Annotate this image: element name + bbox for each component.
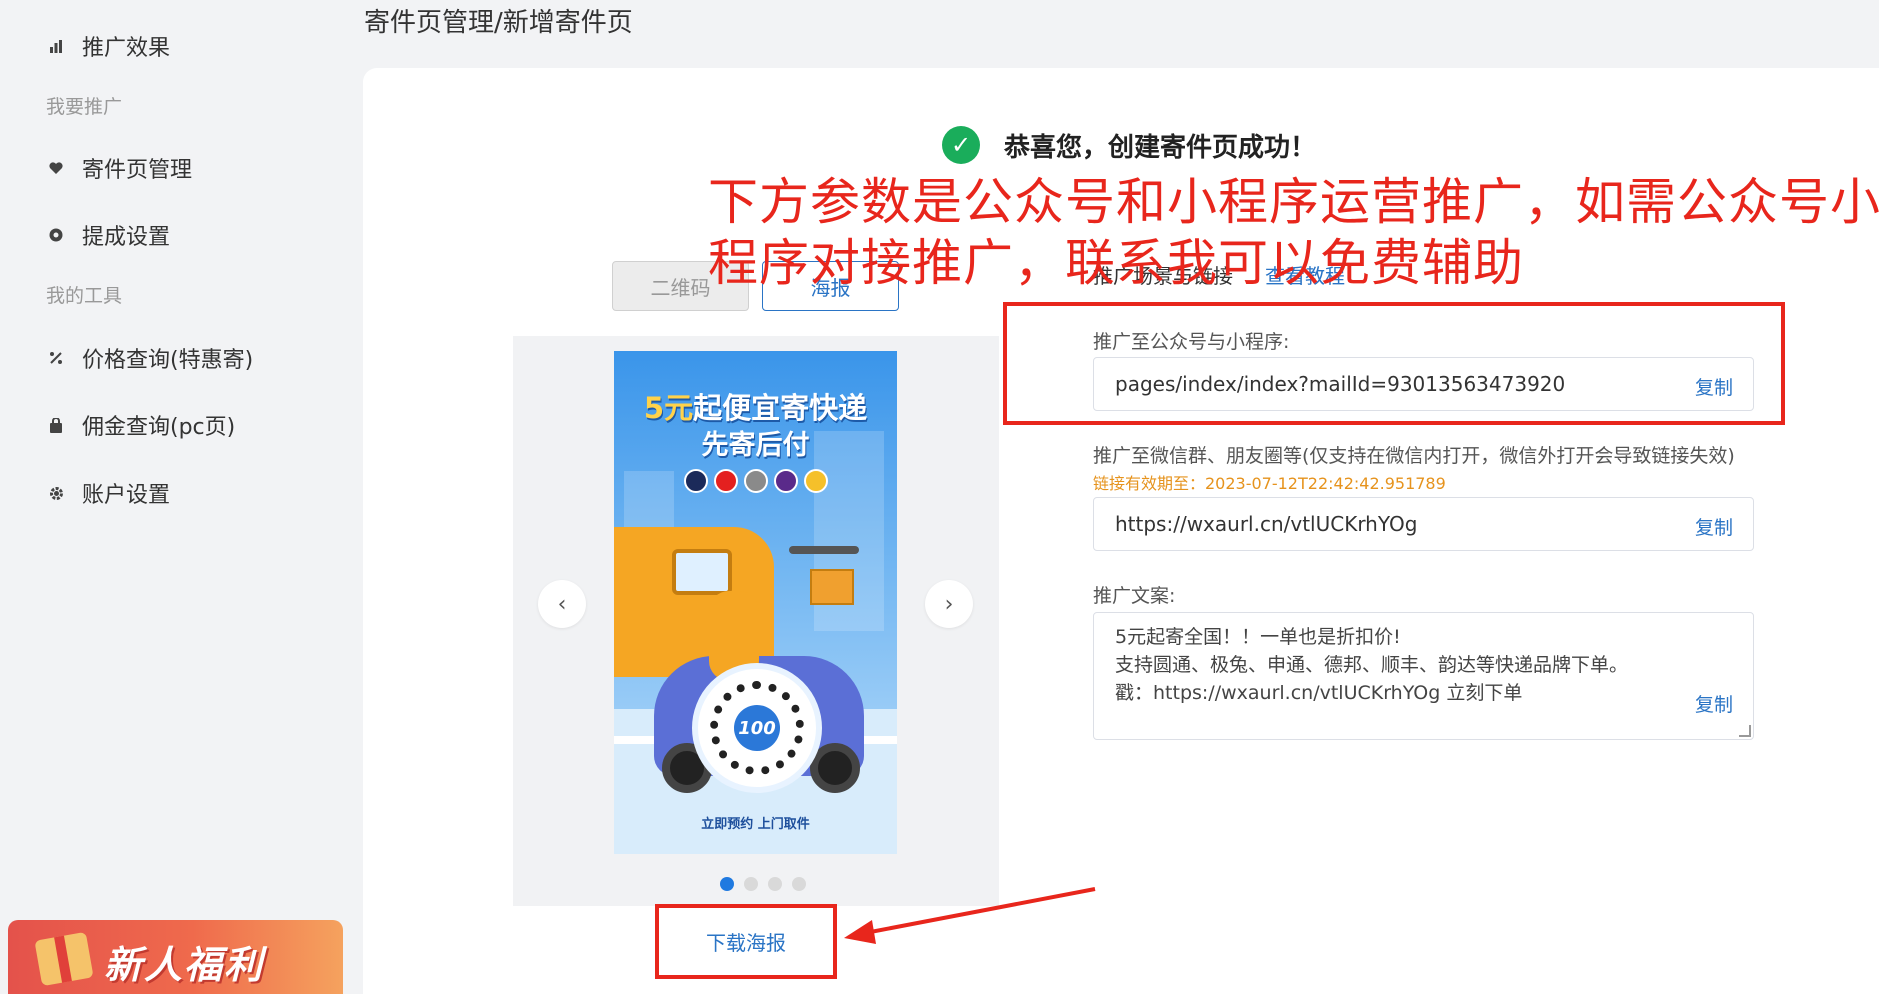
sidebar-group-tools: 我的工具 (46, 285, 123, 307)
percent-icon (48, 350, 64, 366)
lane-mark (864, 736, 897, 744)
carousel-dots (720, 877, 806, 891)
annotation-highlight-box (655, 904, 837, 979)
poster-qr-code: 100 (692, 663, 822, 793)
parcel-box (810, 569, 854, 605)
qr-badge: 100 (734, 705, 780, 751)
sidebar-item-label: 佣金查询(pc页) (82, 415, 236, 440)
copy-copywriting-button[interactable]: 复制 (1695, 690, 1733, 717)
poster-title-highlight: 5元 (643, 391, 694, 425)
courier-logos (684, 469, 828, 493)
poster-carousel: 5元起便宜寄快递 先寄后付 100 立即预约 上门取件 (513, 336, 999, 906)
sidebar-item-commission-settings[interactable]: 提成设置 (48, 219, 170, 251)
carousel-next-button[interactable]: › (925, 580, 973, 628)
copywriting-line: 支持圆通、极兔、申通、德邦、顺丰、韵达等快递品牌下单。 (1115, 654, 1629, 676)
gear-icon (48, 485, 64, 501)
wechat-link-field[interactable]: https://wxaurl.cn/vtlUCKrhYOg 复制 (1093, 497, 1754, 551)
sidebar: 推广效果 我要推广 寄件页管理 提成设置 我的工具 价格查询(特惠寄) 佣金查询… (0, 0, 362, 994)
breadcrumb: 寄件页管理/新增寄件页 (364, 8, 633, 38)
coin-icon (48, 227, 64, 243)
annotation-highlight-box (1003, 302, 1785, 425)
poster-title-rest: 起便宜寄快递 (693, 391, 868, 425)
carousel-dot[interactable] (720, 877, 734, 891)
carousel-dot[interactable] (792, 877, 806, 891)
wechat-label: 推广至微信群、朋友圈等(仅支持在微信内打开，微信外打开会导致链接失效) (1093, 445, 1735, 467)
gift-icon (34, 931, 94, 987)
copywriting-textarea[interactable]: 5元起寄全国！！一单也是折扣价! 支持圆通、极兔、申通、德邦、顺丰、韵达等快递品… (1093, 612, 1754, 740)
sidebar-item-promotion-effect[interactable]: 推广效果 (48, 30, 170, 62)
courier-logo-icon (774, 469, 798, 493)
copywriting-line: 戳：https://wxaurl.cn/vtlUCKrhYOg 立刻下单 (1115, 682, 1523, 704)
sidebar-group-promote: 我要推广 (46, 96, 123, 118)
poster-footer: 立即预约 上门取件 (701, 817, 810, 832)
courier-logo-icon (744, 469, 768, 493)
success-message: 恭喜您，创建寄件页成功！ (1004, 132, 1317, 163)
check-circle-icon: ✓ (942, 126, 980, 164)
promo-label: 新人福利 (104, 943, 265, 987)
poster-image: 5元起便宜寄快递 先寄后付 100 立即预约 上门取件 (614, 351, 897, 854)
bag-icon (48, 417, 64, 433)
sidebar-item-label: 提成设置 (82, 225, 171, 250)
poster-title: 5元起便宜寄快递 (614, 385, 897, 427)
sidebar-item-label: 价格查询(特惠寄) (82, 348, 254, 373)
sidebar-item-page-management[interactable]: 寄件页管理 (48, 152, 192, 184)
copywriting-line: 5元起寄全国！！一单也是折扣价! (1115, 626, 1401, 648)
courier-logo-icon (684, 469, 708, 493)
annotation-arrow (844, 887, 1096, 944)
chevron-left-icon: ‹ (557, 591, 567, 617)
poster-subtitle: 先寄后付 (701, 430, 810, 461)
heart-hand-icon (48, 160, 64, 176)
wechat-link-value: https://wxaurl.cn/vtlUCKrhYOg (1115, 512, 1418, 536)
lane-mark (614, 736, 654, 744)
sidebar-item-label: 寄件页管理 (82, 158, 193, 183)
sidebar-item-price-query[interactable]: 价格查询(特惠寄) (48, 342, 253, 374)
courier-logo-icon (804, 469, 828, 493)
sidebar-item-label: 推广效果 (82, 36, 171, 61)
courier-logo-icon (714, 469, 738, 493)
sidebar-item-label: 账户设置 (82, 483, 171, 508)
drone-illustration (789, 546, 859, 554)
carousel-dot[interactable] (744, 877, 758, 891)
bar-chart-icon (48, 38, 64, 54)
link-expiry-text: 链接有效期至：2023-07-12T22:42:42.951789 (1093, 474, 1446, 493)
new-user-benefit-banner[interactable]: 新人福利 (8, 920, 343, 994)
sidebar-item-commission-query[interactable]: 佣金查询(pc页) (48, 409, 235, 441)
annotation-line-2: 程序对接推广，联系我可以免费辅助 (708, 234, 1524, 292)
copywriting-label: 推广文案: (1093, 585, 1176, 607)
sidebar-item-account-settings[interactable]: 账户设置 (48, 477, 170, 509)
chevron-right-icon: › (944, 591, 954, 617)
resize-handle[interactable] (1739, 725, 1751, 737)
carousel-prev-button[interactable]: ‹ (538, 580, 586, 628)
truck-window (672, 549, 732, 595)
copy-wechat-link-button[interactable]: 复制 (1695, 513, 1733, 540)
success-banner: ✓ 恭喜您，创建寄件页成功！ (942, 126, 1316, 164)
carousel-dot[interactable] (768, 877, 782, 891)
